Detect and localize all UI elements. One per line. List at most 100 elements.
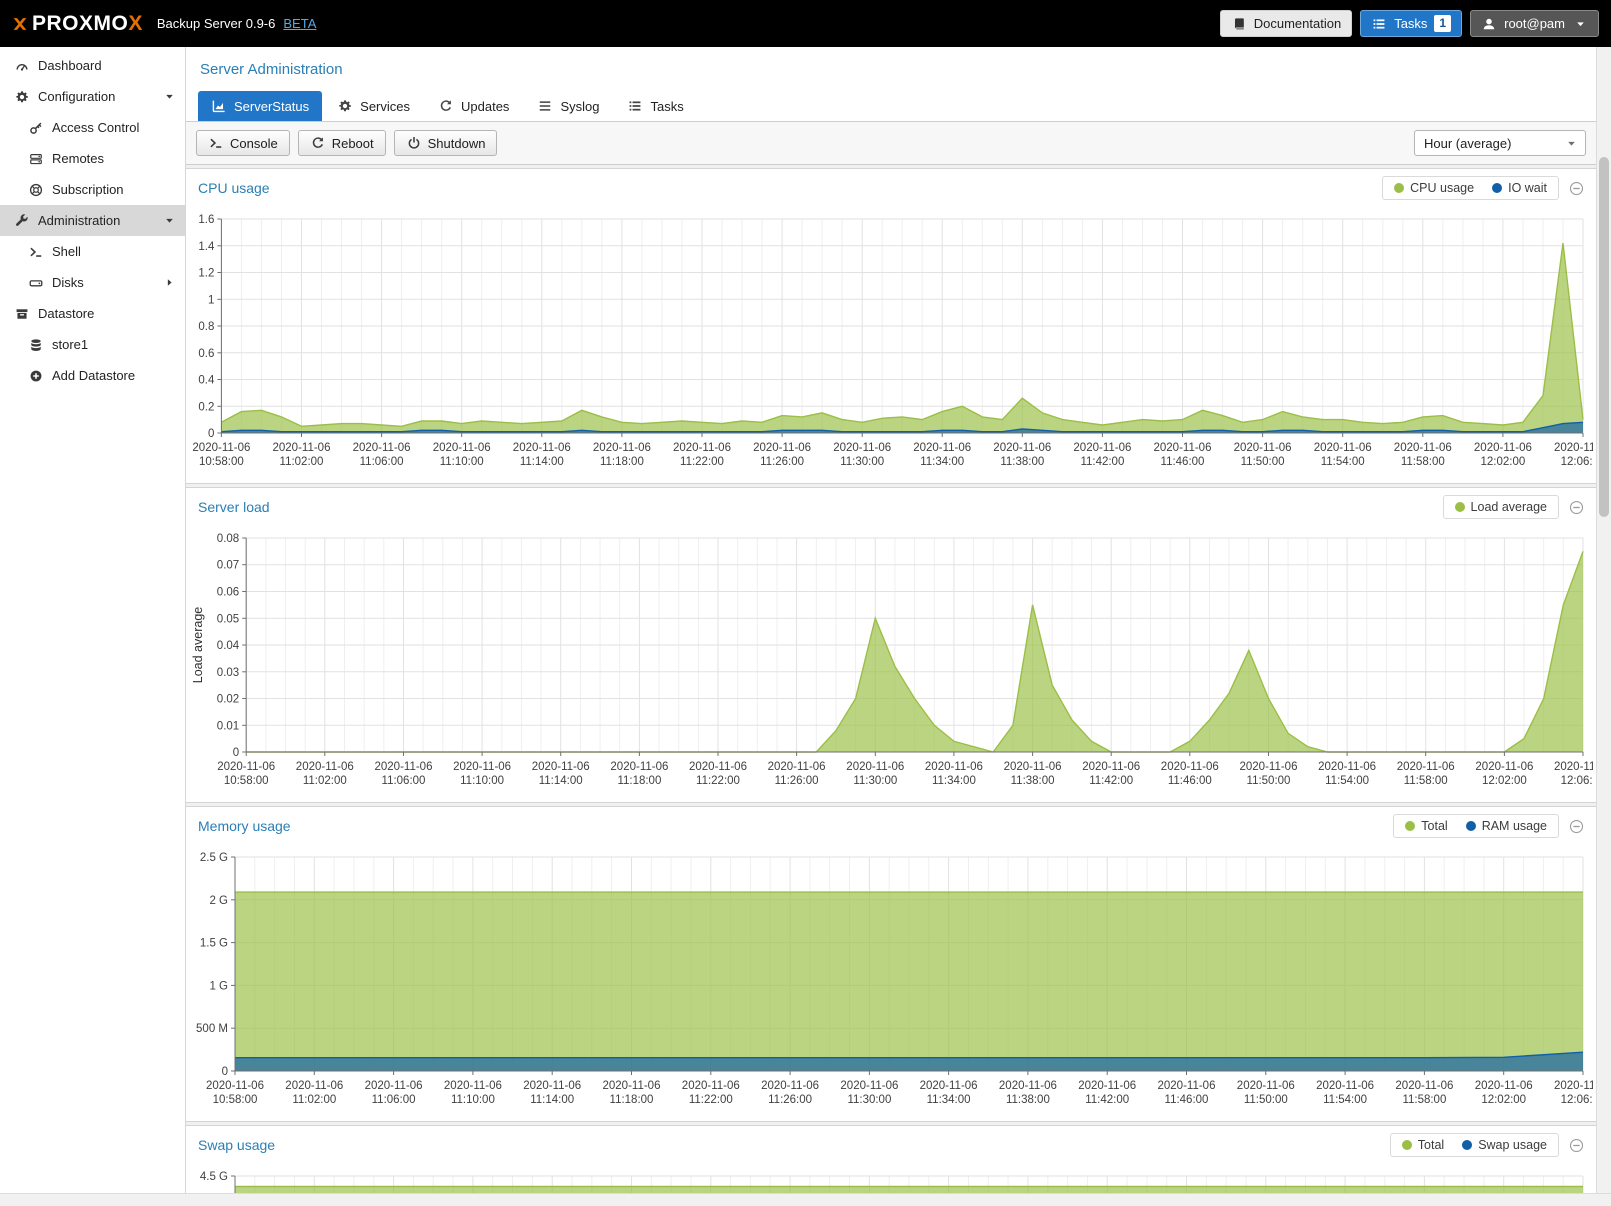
tab-services[interactable]: Services bbox=[324, 91, 423, 121]
svg-text:11:38:00: 11:38:00 bbox=[1000, 456, 1044, 468]
svg-text:11:22:00: 11:22:00 bbox=[689, 1094, 733, 1106]
svg-text:2020-11-06: 2020-11-06 bbox=[1318, 761, 1376, 773]
collapse-panel-icon[interactable] bbox=[1569, 500, 1584, 515]
svg-text:11:54:00: 11:54:00 bbox=[1323, 1094, 1367, 1106]
panel-body: 00.20.40.60.811.21.41.62020-11-0610:58:0… bbox=[186, 207, 1596, 483]
panel-title: Server load bbox=[198, 499, 270, 515]
svg-text:11:46:00: 11:46:00 bbox=[1165, 1094, 1209, 1106]
key-icon bbox=[28, 120, 44, 136]
svg-text:2020-11-06: 2020-11-06 bbox=[768, 761, 826, 773]
svg-text:2020-11-06: 2020-11-06 bbox=[296, 761, 354, 773]
sidebar-item-store1[interactable]: store1 bbox=[0, 329, 185, 360]
sidebar-item-administration[interactable]: Administration bbox=[0, 205, 185, 236]
svg-text:2020-11-06: 2020-11-06 bbox=[353, 442, 411, 454]
tab-updates[interactable]: Updates bbox=[425, 91, 522, 121]
sidebar-item-dashboard[interactable]: Dashboard bbox=[0, 50, 185, 81]
legend-label: IO wait bbox=[1508, 181, 1547, 195]
svg-text:11:30:00: 11:30:00 bbox=[847, 1094, 891, 1106]
svg-text:11:02:00: 11:02:00 bbox=[292, 1094, 336, 1106]
shutdown-button[interactable]: Shutdown bbox=[394, 130, 498, 156]
legend-label: Load average bbox=[1471, 500, 1547, 514]
legend-dot-icon bbox=[1402, 1140, 1412, 1150]
svg-text:2020-11-06: 2020-11-06 bbox=[444, 1080, 502, 1092]
top-bar-actions: Documentation Tasks1 root@pam bbox=[1220, 10, 1599, 37]
svg-text:12:06:00: 12:06:00 bbox=[1561, 456, 1593, 468]
svg-text:11:02:00: 11:02:00 bbox=[280, 456, 324, 468]
chart-server-load: 00.010.020.030.040.050.060.070.082020-11… bbox=[189, 528, 1593, 798]
legend-item-load-average: Load average bbox=[1455, 500, 1547, 514]
svg-text:0.03: 0.03 bbox=[217, 667, 239, 679]
svg-text:0.01: 0.01 bbox=[217, 720, 239, 732]
svg-text:11:14:00: 11:14:00 bbox=[520, 456, 564, 468]
top-bar: PROXMOX Backup Server 0.9-6 BETA Documen… bbox=[0, 0, 1611, 47]
sidebar-item-label: Subscription bbox=[52, 182, 124, 197]
tab-syslog[interactable]: Syslog bbox=[524, 91, 612, 121]
collapse-panel-icon[interactable] bbox=[1569, 1138, 1584, 1153]
sidebar-item-configuration[interactable]: Configuration bbox=[0, 81, 185, 112]
timeframe-select[interactable]: Hour (average) bbox=[1414, 130, 1586, 156]
vertical-scrollbar[interactable] bbox=[1596, 47, 1611, 1193]
panel-body: 0500 M1 G1.5 G2 G2.5 G2020-11-0610:58:00… bbox=[186, 845, 1596, 1121]
svg-text:2020-11-06: 2020-11-06 bbox=[1161, 761, 1219, 773]
svg-text:2020-11-06: 2020-11-06 bbox=[1474, 442, 1532, 454]
sidebar-item-subscription[interactable]: Subscription bbox=[0, 174, 185, 205]
collapse-panel-icon[interactable] bbox=[1569, 819, 1584, 834]
svg-text:1: 1 bbox=[208, 294, 214, 306]
svg-text:2020-11-06: 2020-11-06 bbox=[920, 1080, 978, 1092]
sidebar-item-datastore[interactable]: Datastore bbox=[0, 298, 185, 329]
documentation-button[interactable]: Documentation bbox=[1220, 10, 1352, 37]
svg-text:11:26:00: 11:26:00 bbox=[775, 775, 819, 787]
sidebar-item-add-datastore[interactable]: Add Datastore bbox=[0, 360, 185, 391]
legend-item-swap-usage: Swap usage bbox=[1462, 1138, 1547, 1152]
svg-text:0.02: 0.02 bbox=[217, 694, 239, 706]
svg-text:11:46:00: 11:46:00 bbox=[1161, 456, 1205, 468]
tab-label: Tasks bbox=[650, 99, 683, 114]
svg-text:Load average: Load average bbox=[191, 607, 205, 684]
svg-text:4.5 G: 4.5 G bbox=[200, 1171, 228, 1183]
tab-serverstatus[interactable]: ServerStatus bbox=[198, 91, 322, 121]
scrollbar-thumb[interactable] bbox=[1599, 157, 1609, 517]
tab-tasks[interactable]: Tasks bbox=[614, 91, 696, 121]
svg-text:11:58:00: 11:58:00 bbox=[1401, 456, 1445, 468]
sidebar-item-shell[interactable]: Shell bbox=[0, 236, 185, 267]
sidebar-item-label: Shell bbox=[52, 244, 81, 259]
tasks-button[interactable]: Tasks1 bbox=[1360, 10, 1462, 37]
legend-dot-icon bbox=[1405, 821, 1415, 831]
chart-legend: TotalRAM usage bbox=[1393, 814, 1559, 838]
sidebar-item-remotes[interactable]: Remotes bbox=[0, 143, 185, 174]
svg-text:0: 0 bbox=[222, 1066, 228, 1078]
svg-text:2020-11-06: 2020-11-06 bbox=[375, 761, 433, 773]
svg-text:11:14:00: 11:14:00 bbox=[539, 775, 583, 787]
svg-text:2020-11-06: 2020-11-06 bbox=[285, 1080, 343, 1092]
toolbar-buttons: Console Reboot Shutdown bbox=[196, 130, 497, 156]
horizontal-scrollbar[interactable] bbox=[0, 1193, 1611, 1206]
svg-text:0.04: 0.04 bbox=[217, 640, 240, 652]
collapse-panel-icon[interactable] bbox=[1569, 181, 1584, 196]
svg-text:2020-11-06: 2020-11-06 bbox=[682, 1080, 740, 1092]
svg-text:11:50:00: 11:50:00 bbox=[1244, 1094, 1288, 1106]
power-icon bbox=[406, 135, 422, 151]
root-pam-button[interactable]: root@pam bbox=[1470, 10, 1599, 37]
button-label: Console bbox=[230, 136, 278, 151]
sidebar-item-disks[interactable]: Disks bbox=[0, 267, 185, 298]
panel-title: Memory usage bbox=[198, 818, 291, 834]
svg-text:2020-11-06: 2020-11-06 bbox=[1240, 761, 1298, 773]
chart-memory-usage: 0500 M1 G1.5 G2 G2.5 G2020-11-0610:58:00… bbox=[189, 847, 1593, 1117]
refresh-icon bbox=[438, 98, 454, 114]
console-button[interactable]: Console bbox=[196, 130, 290, 156]
sidebar-item-access-control[interactable]: Access Control bbox=[0, 112, 185, 143]
hdd-icon bbox=[28, 275, 44, 291]
chart-swap-usage: 0500 M1 G1.5 G2 G2.5 G3 G3.5 G4 G4.5 G20… bbox=[189, 1166, 1593, 1193]
legend-item-total: Total bbox=[1405, 819, 1447, 833]
reboot-button[interactable]: Reboot bbox=[298, 130, 386, 156]
app-logo: PROXMOX bbox=[12, 12, 143, 36]
svg-text:2020-11-06: 2020-11-06 bbox=[753, 442, 811, 454]
book-icon bbox=[1231, 16, 1247, 32]
legend-label: CPU usage bbox=[1410, 181, 1474, 195]
svg-text:12:02:00: 12:02:00 bbox=[1481, 1094, 1526, 1106]
svg-text:11:54:00: 11:54:00 bbox=[1321, 456, 1365, 468]
panel-header: Memory usage TotalRAM usage bbox=[186, 807, 1596, 845]
beta-link[interactable]: BETA bbox=[283, 16, 316, 31]
svg-text:11:50:00: 11:50:00 bbox=[1241, 456, 1285, 468]
legend-label: Total bbox=[1418, 1138, 1444, 1152]
